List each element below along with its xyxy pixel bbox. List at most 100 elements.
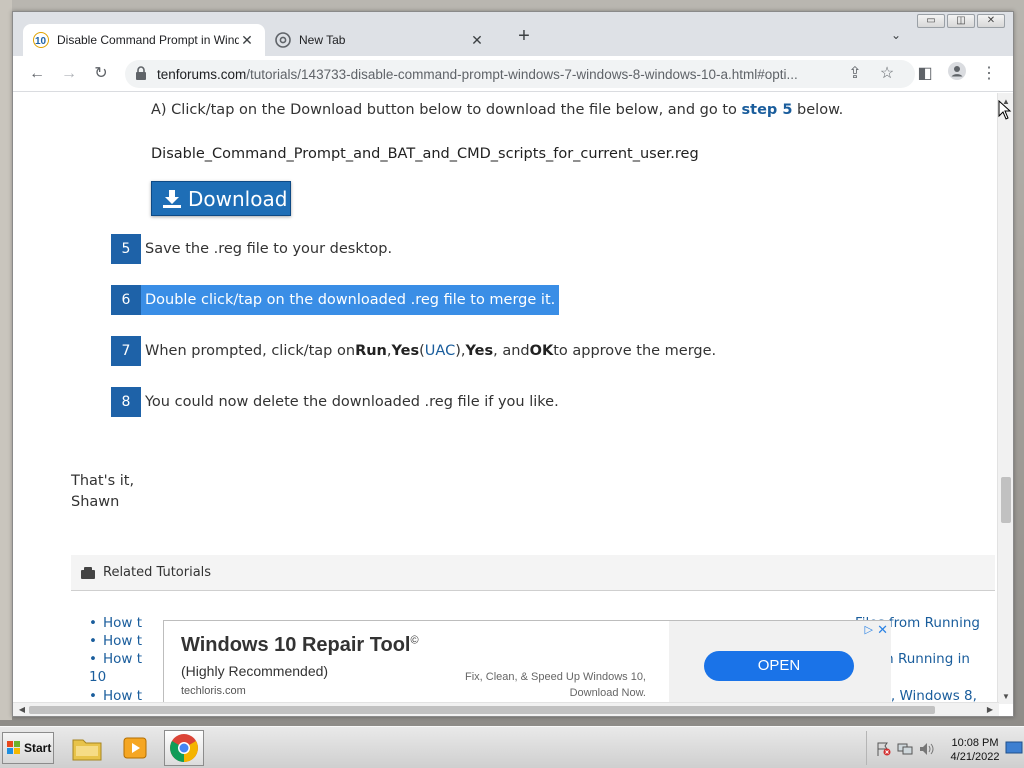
related-link-continued[interactable]: 10 [89, 669, 106, 685]
bookmark-star-icon[interactable]: ☆ [875, 62, 899, 86]
tab-disable-command-prompt[interactable]: 10 Disable Command Prompt in Windo ✕ [23, 24, 265, 56]
ad-desc-line-2: Download Now. [569, 687, 646, 699]
minimize-icon[interactable]: ▭ [917, 14, 945, 28]
step-text: Double click/tap on the downloaded .reg … [145, 292, 556, 308]
ad-description: Fix, Clean, & Speed Up Windows 10, Downl… [446, 669, 646, 701]
horizontal-scrollbar[interactable]: ◀ ▶ [13, 702, 999, 716]
window-controls: ▭ ◫ ✕ [917, 14, 1005, 28]
yes-label-2: Yes [465, 343, 494, 359]
vertical-scrollbar[interactable]: ▲ ▼ [997, 93, 1013, 704]
step-text-a: When prompted, click/tap on [145, 343, 356, 359]
clock-time: 10:08 PM [951, 737, 999, 749]
tab-new-tab[interactable]: New Tab ✕ [265, 24, 495, 56]
instruction-line-a: A) Click/tap on the Download button belo… [151, 102, 843, 118]
chrome-favicon-icon [275, 32, 291, 48]
related-link-text: How t [102, 615, 143, 631]
advertisement-banner[interactable]: Windows 10 Repair Tool© (Highly Recommen… [163, 620, 891, 704]
adchoices-icon[interactable]: ▷ [865, 623, 873, 636]
profile-avatar-svg [948, 62, 966, 80]
page-viewport: A) Click/tap on the Download button belo… [13, 93, 997, 704]
related-tutorials-icon [81, 566, 95, 579]
address-bar[interactable]: tenforums.com/tutorials/143733-disable-c… [125, 60, 915, 88]
folder-icon [72, 739, 102, 761]
related-link-text: How t [102, 633, 143, 649]
download-icon [163, 189, 181, 208]
forward-arrow-icon[interactable]: → [57, 62, 81, 86]
network-icon[interactable] [897, 742, 913, 756]
sep-2: , and [493, 343, 530, 359]
download-label: Download [188, 186, 288, 211]
scroll-down-icon[interactable]: ▼ [1000, 692, 1012, 702]
ad-title-mark: © [410, 634, 419, 647]
taskbar-chrome[interactable] [164, 730, 204, 766]
back-arrow-icon[interactable]: ← [25, 62, 49, 86]
lock-icon [136, 66, 146, 80]
ad-cta-panel: OPEN ▷ ✕ [669, 621, 891, 704]
yes-label: Yes [391, 343, 420, 359]
system-tray: 10:08 PM 4/21/2022 [866, 731, 1024, 765]
step-number: 6 [111, 285, 141, 315]
tab-strip: 10 Disable Command Prompt in Windo ✕ New… [13, 12, 1013, 56]
chrome-menu-icon[interactable]: ⋮ [977, 62, 1001, 86]
tab-close-icon[interactable]: ✕ [239, 32, 255, 49]
step-text: You could now delete the downloaded .reg… [145, 394, 559, 410]
step-text-b: to approve the merge. [553, 343, 717, 359]
windows-flag-icon [7, 741, 20, 754]
show-desktop-icon[interactable] [1005, 739, 1023, 757]
close-window-icon[interactable]: ✕ [977, 14, 1005, 28]
horizontal-scroll-thumb[interactable] [29, 706, 935, 714]
related-link-text: How t [102, 651, 143, 667]
start-button[interactable]: Start [2, 732, 54, 764]
step-5: 5 Save the .reg file to your desktop. [111, 234, 392, 264]
uac-link[interactable]: UAC [425, 343, 455, 359]
volume-icon[interactable] [919, 742, 935, 756]
related-tutorials-title: Related Tutorials [103, 565, 212, 580]
signoff: That's it, Shawn [71, 471, 134, 513]
related-link[interactable]: • How t [89, 633, 142, 649]
url-host: tenforums.com [157, 67, 247, 82]
share-icon[interactable]: ⇪ [843, 62, 867, 86]
url-path: /tutorials/143733-disable-command-prompt… [246, 67, 798, 82]
related-link-text: 10 [89, 669, 107, 685]
reload-icon[interactable]: ↻ [89, 62, 113, 86]
step-5-link[interactable]: step 5 [742, 102, 793, 118]
taskbar-media-player[interactable] [115, 730, 155, 766]
paren-close: ), [455, 343, 466, 359]
tab-search-chevron-icon[interactable]: ⌄ [891, 28, 901, 42]
ad-close-icon[interactable]: ✕ [877, 623, 888, 638]
download-button[interactable]: Download [151, 181, 291, 216]
related-link[interactable]: • How t [89, 615, 142, 631]
side-panel-icon[interactable]: ◧ [913, 62, 937, 86]
instruction-a-suffix: below. [792, 102, 844, 118]
desktop-edge [0, 0, 12, 720]
ad-open-button[interactable]: OPEN [704, 651, 854, 681]
tab-title: Disable Command Prompt in Windo [57, 33, 239, 47]
ad-subtitle: (Highly Recommended) [181, 663, 329, 679]
ad-domain: techloris.com [181, 685, 246, 697]
start-label: Start [24, 741, 52, 755]
new-tab-plus-icon[interactable]: + [513, 26, 535, 48]
step-number: 7 [111, 336, 141, 366]
maximize-icon[interactable]: ◫ [947, 14, 975, 28]
vertical-scroll-thumb[interactable] [1001, 477, 1011, 523]
clock[interactable]: 10:08 PM 4/21/2022 [945, 736, 1005, 764]
taskbar-explorer[interactable] [67, 730, 107, 766]
ok-label: OK [529, 343, 554, 359]
page-content: A) Click/tap on the Download button belo… [35, 93, 995, 704]
mouse-cursor-icon [998, 100, 1012, 120]
tab-close-icon[interactable]: ✕ [469, 32, 485, 49]
ad-desc-line-1: Fix, Clean, & Speed Up Windows 10, [465, 671, 646, 683]
action-center-flag-icon[interactable] [875, 742, 891, 756]
run-label: Run [355, 343, 387, 359]
step-8: 8 You could now delete the downloaded .r… [111, 387, 559, 417]
reg-filename: Disable_Command_Prompt_and_BAT_and_CMD_s… [151, 146, 699, 162]
profile-avatar-icon[interactable] [945, 62, 969, 86]
scroll-left-icon[interactable]: ◀ [15, 703, 29, 717]
signoff-author: Shawn [71, 494, 120, 510]
instruction-a-prefix: A) Click/tap on the Download button belo… [151, 102, 742, 118]
tenforums-favicon-icon: 10 [33, 32, 49, 48]
step-number: 5 [111, 234, 141, 264]
related-link[interactable]: • How t [89, 651, 142, 667]
step-number: 8 [111, 387, 141, 417]
scroll-right-icon[interactable]: ▶ [983, 703, 997, 717]
